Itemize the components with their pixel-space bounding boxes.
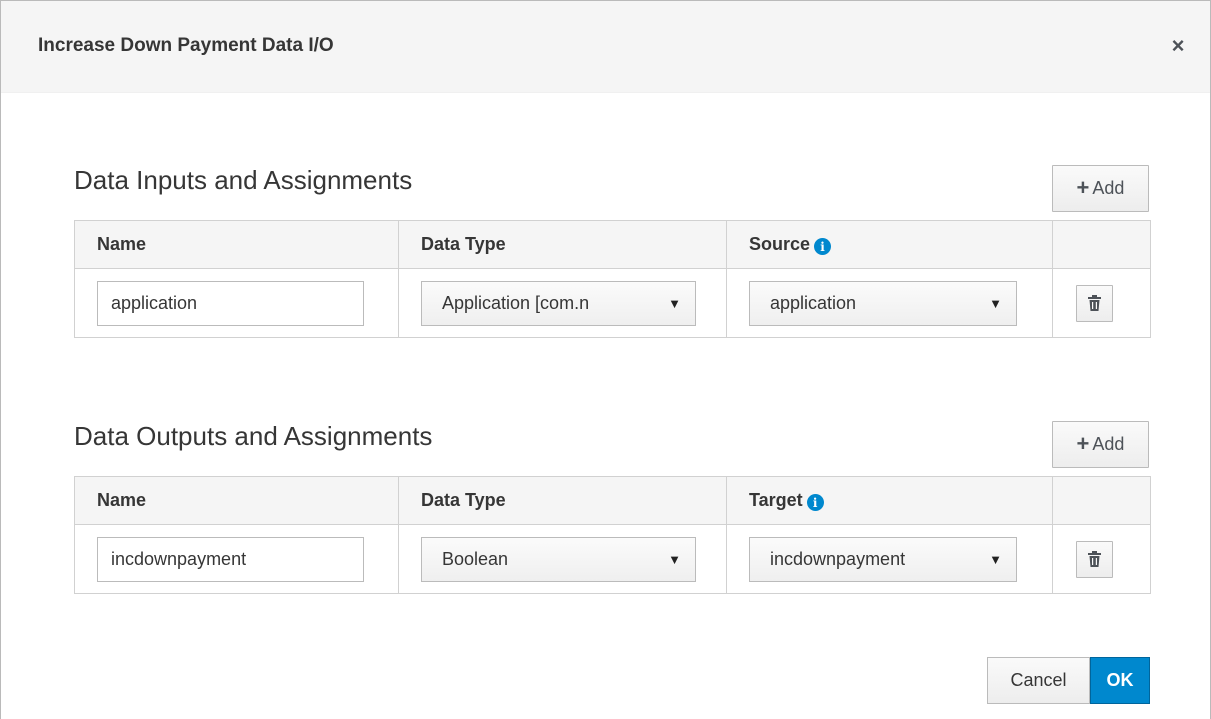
info-icon[interactable]: i — [814, 238, 832, 256]
trash-icon — [1088, 551, 1101, 567]
outputs-header-name: Name — [74, 476, 399, 525]
input-source-cell: application ▼ — [726, 268, 1053, 338]
output-name-field[interactable]: incdownpayment — [97, 536, 364, 582]
output-actions-cell — [1052, 524, 1151, 594]
output-target-value: incdownpayment — [770, 548, 906, 569]
data-io-dialog: Increase Down Payment Data I/O × Data In… — [0, 0, 1211, 719]
outputs-header-row: Name Data Type Target i — [74, 476, 1151, 525]
inputs-header-row: Name Data Type Source i — [74, 220, 1151, 269]
output-target-select[interactable]: incdownpayment ▼ — [749, 536, 1017, 582]
output-data-type-select[interactable]: Boolean ▼ — [421, 536, 696, 582]
output-name-cell: incdownpayment — [74, 524, 399, 594]
inputs-section-title: Data Inputs and Assignments — [74, 165, 413, 195]
inputs-header-source-label: Source — [749, 233, 811, 254]
caret-down-icon: ▼ — [989, 551, 1002, 567]
input-name-field[interactable]: application — [97, 280, 364, 326]
trash-icon — [1088, 295, 1101, 311]
add-input-button[interactable]: + Add — [1052, 165, 1149, 212]
outputs-table: Name Data Type Target i incdownpayment Bo… — [74, 476, 1151, 594]
add-output-label: Add — [1092, 434, 1125, 454]
ok-button[interactable]: OK — [1090, 657, 1150, 704]
outputs-section-title: Data Outputs and Assignments — [74, 421, 433, 451]
outputs-header-type: Data Type — [398, 476, 727, 525]
add-input-label: Add — [1092, 178, 1125, 198]
outputs-header-actions — [1052, 476, 1151, 525]
caret-down-icon: ▼ — [668, 551, 681, 567]
caret-down-icon: ▼ — [668, 295, 681, 311]
close-icon[interactable]: × — [1168, 35, 1188, 57]
table-row: application Application [com.n ▼ applica… — [74, 268, 1151, 338]
plus-icon: + — [1076, 430, 1090, 456]
output-target-cell: incdownpayment ▼ — [726, 524, 1053, 594]
input-type-cell: Application [com.n ▼ — [398, 268, 727, 338]
outputs-header-target-label: Target — [749, 489, 803, 510]
plus-icon: + — [1076, 174, 1090, 200]
add-output-button[interactable]: + Add — [1052, 421, 1149, 468]
output-data-type-value: Boolean — [442, 548, 509, 569]
output-type-cell: Boolean ▼ — [398, 524, 727, 594]
outputs-header-target: Target i — [726, 476, 1053, 525]
input-actions-cell — [1052, 268, 1151, 338]
dialog-header: Increase Down Payment Data I/O × — [1, 1, 1210, 93]
delete-output-button[interactable] — [1076, 540, 1113, 578]
inputs-header-source: Source i — [726, 220, 1053, 269]
caret-down-icon: ▼ — [989, 295, 1002, 311]
input-data-type-select[interactable]: Application [com.n ▼ — [421, 280, 696, 326]
inputs-header-name: Name — [74, 220, 399, 269]
input-data-type-value: Application [com.n — [442, 292, 590, 313]
delete-input-button[interactable] — [1076, 284, 1113, 322]
inputs-table: Name Data Type Source i application Appli… — [74, 220, 1151, 338]
input-source-value: application — [770, 292, 857, 313]
inputs-header-actions — [1052, 220, 1151, 269]
table-row: incdownpayment Boolean ▼ incdownpayment … — [74, 524, 1151, 594]
info-icon[interactable]: i — [806, 494, 824, 512]
cancel-button[interactable]: Cancel — [987, 657, 1090, 704]
input-name-cell: application — [74, 268, 399, 338]
inputs-header-type: Data Type — [398, 220, 727, 269]
input-source-select[interactable]: application ▼ — [749, 280, 1017, 326]
dialog-title: Increase Down Payment Data I/O — [38, 35, 334, 56]
